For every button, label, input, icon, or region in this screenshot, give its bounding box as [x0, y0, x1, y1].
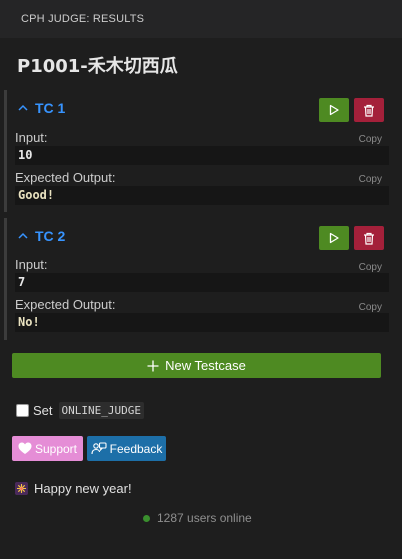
input-label: Input:: [15, 130, 48, 145]
testcase-label: TC 1: [35, 100, 66, 116]
feedback-button[interactable]: Feedback: [87, 436, 166, 461]
chevron-up-icon: [18, 104, 28, 111]
testcase-toggle[interactable]: TC 2: [17, 228, 65, 244]
online-judge-option: Set ONLINE_JUDGE: [16, 402, 144, 419]
heart-icon: [18, 442, 32, 454]
online-judge-checkbox[interactable]: [16, 404, 29, 417]
testcase-1: TC 1 Input: Copy 10 Expected Output: Cop…: [4, 90, 394, 212]
delete-testcase-button[interactable]: [354, 226, 384, 250]
run-testcase-button[interactable]: [319, 226, 349, 250]
testcase-header: TC 1: [7, 90, 394, 126]
testcase-header: TC 2: [7, 218, 394, 254]
run-testcase-button[interactable]: [319, 98, 349, 122]
new-testcase-label: New Testcase: [165, 358, 246, 373]
copy-input-button[interactable]: Copy: [359, 262, 382, 273]
expected-output-label: Expected Output:: [15, 297, 116, 312]
expected-output-label: Expected Output:: [15, 170, 116, 185]
delete-testcase-button[interactable]: [354, 98, 384, 122]
expected-output-value[interactable]: No!: [15, 313, 389, 332]
testcase-toggle[interactable]: TC 1: [17, 100, 65, 116]
play-icon: [329, 232, 339, 244]
feedback-icon: [91, 441, 107, 454]
news-text: Happy new year!: [34, 481, 132, 496]
set-label: Set: [33, 403, 53, 418]
feedback-label: Feedback: [109, 441, 163, 456]
panel-header: CPH JUDGE: RESULTS: [0, 0, 402, 38]
input-value[interactable]: 10: [15, 146, 389, 165]
chevron-up-icon: [18, 232, 28, 239]
panel-title: CPH JUDGE: RESULTS: [21, 13, 145, 25]
online-status: 1287 users online: [143, 511, 252, 525]
online-dot: [143, 514, 150, 522]
copy-output-button[interactable]: Copy: [359, 302, 382, 313]
copy-input-button[interactable]: Copy: [359, 134, 382, 145]
new-testcase-button[interactable]: New Testcase: [12, 353, 381, 378]
testcase-2: TC 2 Input: Copy 7 Expected Output: Copy…: [4, 218, 394, 340]
support-label: Support: [34, 441, 78, 456]
input-label: Input:: [15, 257, 48, 272]
news-item: Happy new year!: [15, 481, 132, 496]
plus-icon: [147, 360, 159, 371]
problem-title: P1001-禾木切西瓜: [17, 56, 178, 77]
play-icon: [329, 104, 339, 116]
fireworks-icon: [15, 482, 28, 495]
copy-output-button[interactable]: Copy: [359, 174, 382, 185]
input-value[interactable]: 7: [15, 273, 389, 292]
online-judge-code: ONLINE_JUDGE: [58, 402, 144, 419]
trash-icon: [364, 232, 374, 245]
trash-icon: [364, 104, 374, 117]
online-count: 1287 users online: [157, 511, 252, 525]
testcase-label: TC 2: [35, 228, 66, 244]
expected-output-value[interactable]: Good!: [15, 186, 389, 205]
support-button[interactable]: Support: [12, 436, 83, 461]
